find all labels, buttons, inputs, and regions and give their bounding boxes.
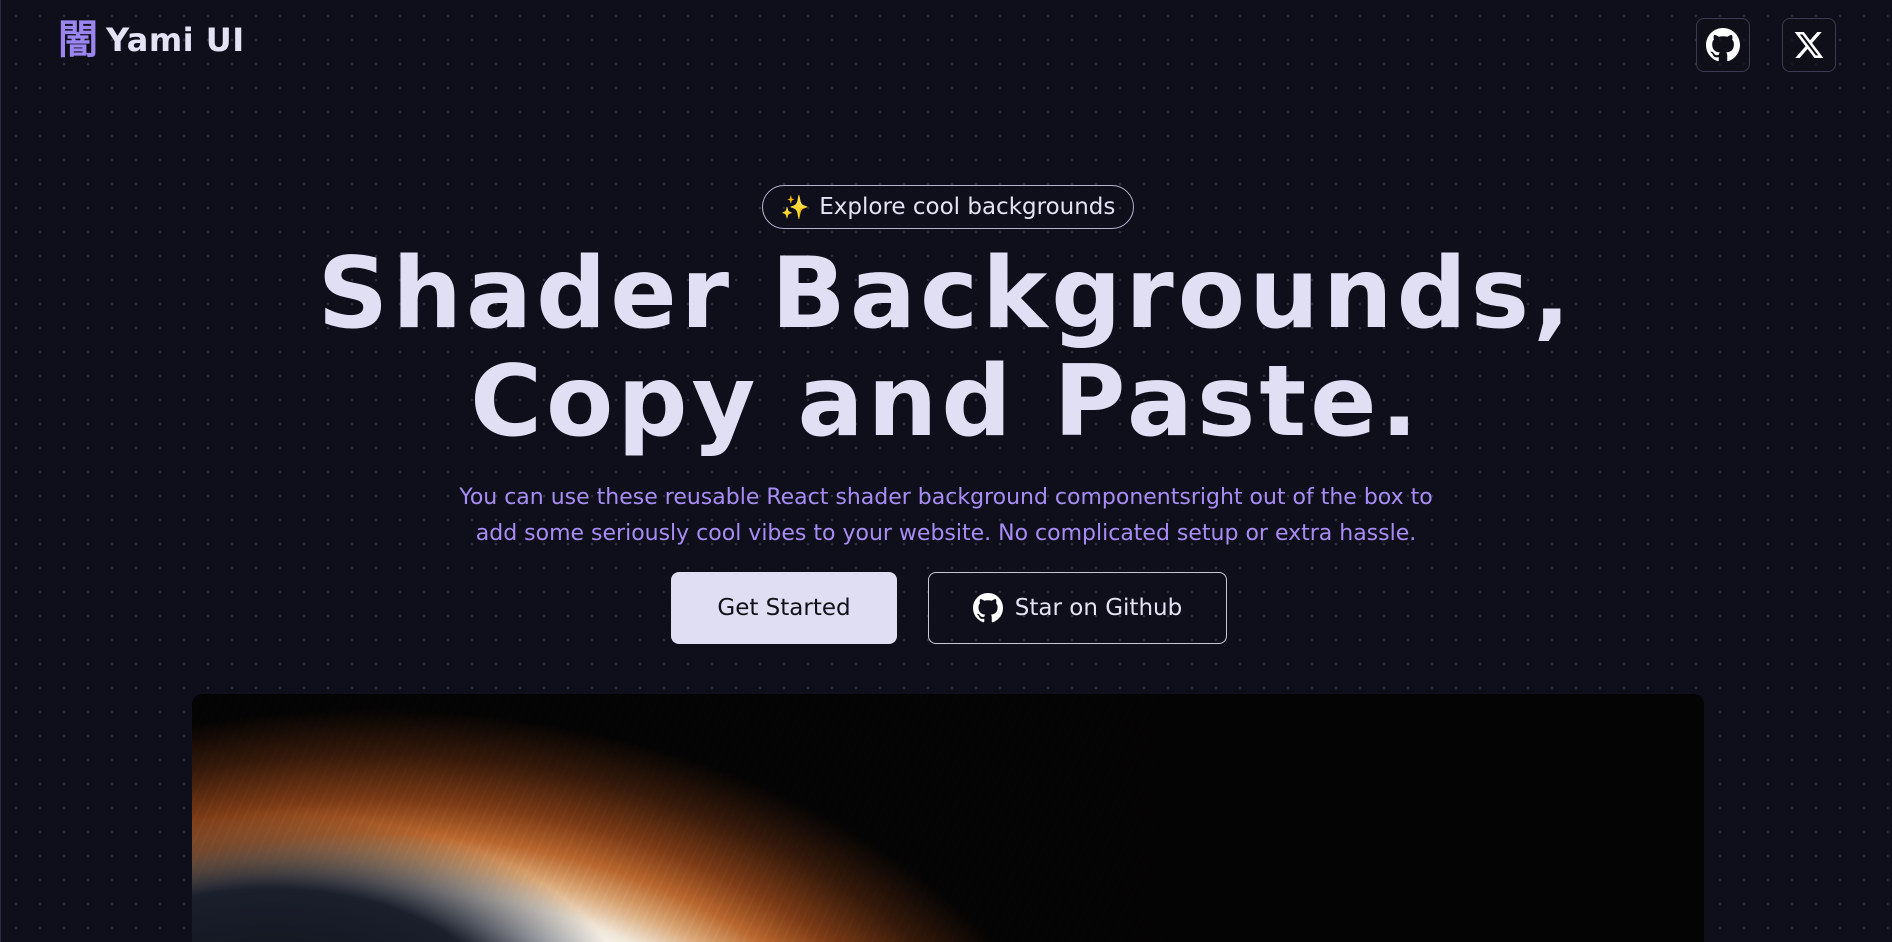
- explore-backgrounds-badge[interactable]: ✨ Explore cool backgrounds: [762, 185, 1134, 229]
- shader-preview: [192, 694, 1704, 942]
- subtitle-line-1: You can use these reusable React shader …: [459, 485, 1433, 510]
- github-icon: [972, 593, 1003, 623]
- get-started-button[interactable]: Get Started: [671, 572, 897, 644]
- preview-fade-layer: [192, 694, 1704, 942]
- brand-logo[interactable]: 闇 Yami UI: [58, 20, 245, 60]
- badge-label: Explore cool backgrounds: [819, 194, 1116, 220]
- logo-mark: 闇: [58, 17, 98, 63]
- page-title: Shader Backgrounds, Copy and Paste.: [0, 240, 1892, 456]
- headline-line-1: Shader Backgrounds,: [317, 237, 1575, 351]
- star-on-github-button[interactable]: Star on Github: [928, 572, 1227, 644]
- github-icon: [1706, 28, 1740, 62]
- subtitle-line-2: add some seriously cool vibes to your we…: [475, 521, 1417, 546]
- sparkles-icon: ✨: [780, 194, 810, 221]
- x-link-button[interactable]: [1782, 18, 1836, 72]
- star-on-github-label: Star on Github: [1014, 595, 1183, 621]
- headline-line-2: Copy and Paste.: [470, 345, 1422, 459]
- x-logo-icon: [1794, 32, 1824, 58]
- hero-subtitle: You can use these reusable React shader …: [446, 480, 1446, 552]
- github-link-button[interactable]: [1696, 18, 1750, 72]
- landing-page: 闇 Yami UI ✨ Explore cool backgrounds Sha…: [0, 0, 1892, 942]
- page-edge: [0, 0, 1, 942]
- brand-name: Yami UI: [106, 21, 245, 59]
